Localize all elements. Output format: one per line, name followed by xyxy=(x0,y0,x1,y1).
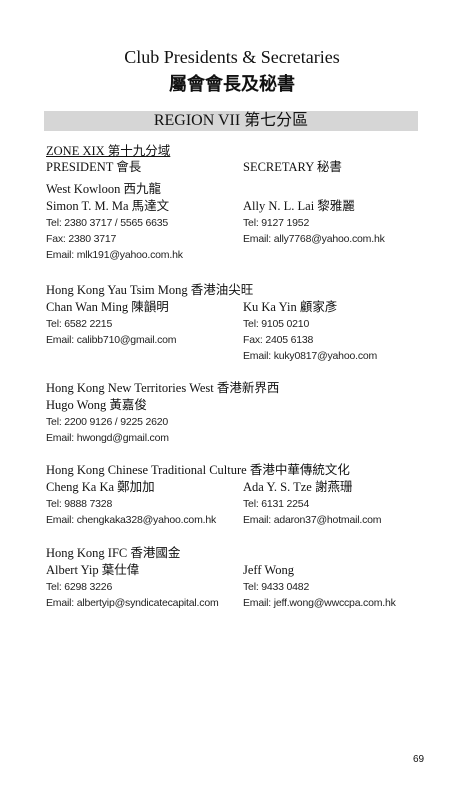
president-email: Email: mlk191@yahoo.com.hk xyxy=(46,249,183,261)
club-entry: Hong Kong Yau Tsim Mong 香港油尖旺 Chan Wan M… xyxy=(46,282,446,364)
secretary-block: Ku Ka Yin 顧家彥 Tel: 9105 0210 Fax: 2405 6… xyxy=(243,299,440,364)
president-column-header: PRESIDENT 會長 xyxy=(46,160,142,174)
club-name: Hong Kong Chinese Traditional Culture 香港… xyxy=(46,463,350,477)
secretary-column-header: SECRETARY 秘書 xyxy=(243,160,342,174)
club-entry: Hong Kong Chinese Traditional Culture 香港… xyxy=(46,462,446,528)
president-fax: Fax: 2380 3717 xyxy=(46,233,117,245)
secretary-block: Jeff Wong Tel: 9433 0482 Email: jeff.won… xyxy=(243,562,440,611)
club-name: Hong Kong Yau Tsim Mong 香港油尖旺 xyxy=(46,283,254,297)
president-email: Email: albertyip@syndicatecapital.com xyxy=(46,597,219,609)
secretary-name: Jeff Wong xyxy=(243,563,294,577)
president-block: Hugo Wong 黃嘉俊 Tel: 2200 9126 / 9225 2620… xyxy=(46,397,243,446)
president-name: Simon T. M. Ma 馬達文 xyxy=(46,199,170,213)
page-title: Club Presidents & Secretaries xyxy=(124,47,340,67)
president-tel: Tel: 6582 2215 xyxy=(46,318,113,330)
page-title-chinese: 屬會會長及秘書 xyxy=(169,74,295,94)
president-email: Email: calibb710@gmail.com xyxy=(46,334,177,346)
secretary-email: Email: adaron37@hotmail.com xyxy=(243,514,382,526)
president-tel: Tel: 2380 3717 / 5565 6635 xyxy=(46,217,169,229)
secretary-tel: Tel: 9105 0210 xyxy=(243,318,310,330)
region-header: REGION VII 第七分區 xyxy=(44,111,418,131)
club-entry: Hong Kong IFC 香港國金 Albert Yip 葉仕偉 Tel: 6… xyxy=(46,545,446,611)
secretary-name: Ally N. L. Lai 黎雅麗 xyxy=(243,199,355,213)
secretary-tel: Tel: 9433 0482 xyxy=(243,581,310,593)
club-entry: West Kowloon 西九龍 Simon T. M. Ma 馬達文 Tel:… xyxy=(46,181,446,263)
secretary-email: Email: jeff.wong@wwccpa.com.hk xyxy=(243,597,396,609)
page-number: 69 xyxy=(413,754,425,765)
club-name: West Kowloon 西九龍 xyxy=(46,182,161,196)
president-block: Chan Wan Ming 陳韻明 Tel: 6582 2215 Email: … xyxy=(46,299,243,364)
president-name: Cheng Ka Ka 鄭加加 xyxy=(46,480,155,494)
club-entry: Hong Kong New Territories West 香港新界西 Hug… xyxy=(46,380,446,446)
president-name: Chan Wan Ming 陳韻明 xyxy=(46,300,169,314)
secretary-email: Email: ally7768@yahoo.com.hk xyxy=(243,233,385,245)
president-block: Cheng Ka Ka 鄭加加 Tel: 9888 7328 Email: ch… xyxy=(46,479,243,528)
secretary-block: Ada Y. S. Tze 謝燕珊 Tel: 6131 2254 Email: … xyxy=(243,479,440,528)
president-email: Email: hwongd@gmail.com xyxy=(46,432,169,444)
president-email: Email: chengkaka328@yahoo.com.hk xyxy=(46,514,217,526)
club-name: Hong Kong New Territories West 香港新界西 xyxy=(46,381,280,395)
president-block: Albert Yip 葉仕偉 Tel: 6298 3226 Email: alb… xyxy=(46,562,243,611)
president-tel: Tel: 9888 7328 xyxy=(46,498,113,510)
president-name: Albert Yip 葉仕偉 xyxy=(46,563,140,577)
secretary-email: Email: kuky0817@yahoo.com xyxy=(243,350,378,362)
president-block: Simon T. M. Ma 馬達文 Tel: 2380 3717 / 5565… xyxy=(46,198,243,263)
secretary-name: Ada Y. S. Tze 謝燕珊 xyxy=(243,480,353,494)
secretary-tel: Tel: 6131 2254 xyxy=(243,498,310,510)
secretary-fax: Fax: 2405 6138 xyxy=(243,334,314,346)
secretary-name: Ku Ka Yin 顧家彥 xyxy=(243,300,338,314)
president-tel: Tel: 6298 3226 xyxy=(46,581,113,593)
club-name: Hong Kong IFC 香港國金 xyxy=(46,546,181,560)
secretary-tel: Tel: 9127 1952 xyxy=(243,217,310,229)
president-name: Hugo Wong 黃嘉俊 xyxy=(46,398,147,412)
secretary-block: Ally N. L. Lai 黎雅麗 Tel: 9127 1952 Email:… xyxy=(243,198,440,263)
president-tel: Tel: 2200 9126 / 9225 2620 xyxy=(46,416,169,428)
